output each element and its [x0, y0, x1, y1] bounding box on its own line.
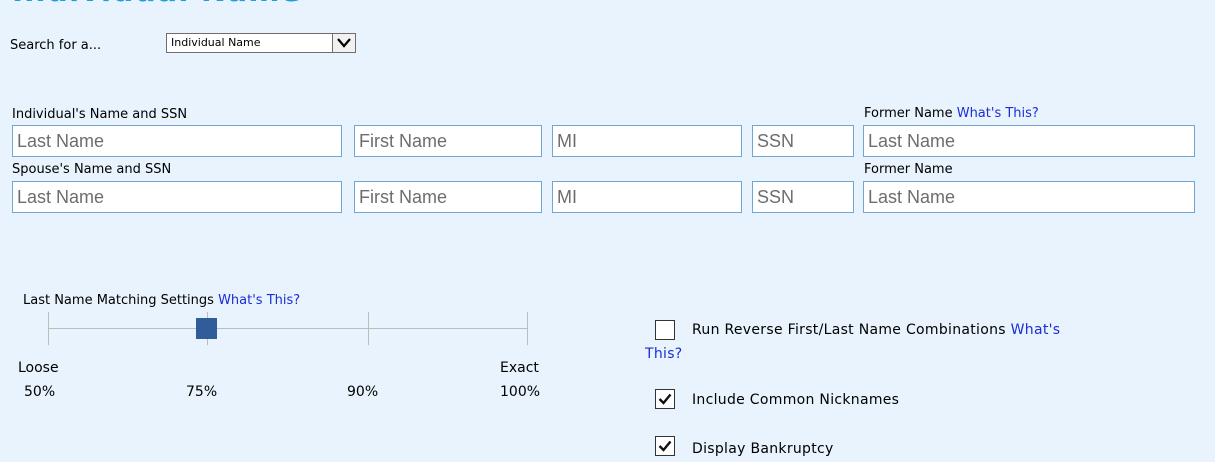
slider-handle[interactable]	[196, 318, 217, 339]
slider-tick-label: 90%	[347, 384, 379, 400]
reverse-whats-this-link-continued[interactable]: This?	[645, 346, 683, 362]
search-type-select[interactable]: Individual Name	[166, 33, 356, 53]
spouse-former-label: Former Name	[864, 162, 953, 177]
spouse-ssn-input[interactable]	[752, 181, 854, 213]
former-name-whats-this-link[interactable]: What's This?	[957, 106, 1039, 121]
former-name-label: Former Name	[864, 106, 953, 121]
matching-label-text: Last Name Matching Settings	[23, 293, 214, 308]
slider-tick-50	[48, 312, 49, 345]
matching-whats-this-link[interactable]: What's This?	[218, 293, 300, 308]
reverse-names-label: Run Reverse First/Last Name Combinations…	[692, 322, 1060, 338]
slider-tick-label: 50%	[24, 384, 56, 400]
search-type-value: Individual Name	[171, 36, 261, 49]
chevron-down-icon[interactable]	[332, 34, 355, 52]
slider-tick-label: 75%	[186, 384, 218, 400]
slider-tick-label: 100%	[500, 384, 541, 400]
page-title: Individual Name	[12, 0, 302, 9]
search-type-label: Search for a...	[10, 38, 102, 53]
nicknames-label: Include Common Nicknames	[692, 392, 900, 408]
checkmark-icon	[658, 393, 672, 405]
individual-ssn-input[interactable]	[752, 125, 854, 157]
slider-tick-90	[368, 312, 369, 345]
spouse-first-name-input[interactable]	[354, 181, 542, 213]
spouse-mi-input[interactable]	[552, 181, 742, 213]
spouse-section-label: Spouse's Name and SSN	[12, 162, 172, 177]
reverse-names-text: Run Reverse First/Last Name Combinations	[692, 322, 1011, 338]
slider-tick-100	[527, 312, 528, 345]
slider-track[interactable]	[48, 328, 528, 329]
slider-loose-label: Loose	[18, 360, 59, 376]
bankruptcy-label: Display Bankruptcy	[692, 441, 834, 457]
search-panel: Individual Name Search for a... Individu…	[0, 0, 1215, 462]
bankruptcy-checkbox[interactable]	[655, 436, 675, 456]
reverse-names-checkbox[interactable]	[655, 320, 675, 340]
spouse-former-name-input[interactable]	[863, 181, 1195, 213]
checkmark-icon	[658, 440, 672, 452]
individual-last-name-input[interactable]	[12, 125, 342, 157]
slider-exact-label: Exact	[500, 360, 539, 376]
matching-settings-label: Last Name Matching Settings What's This?	[23, 293, 300, 308]
reverse-whats-this-link[interactable]: What's	[1011, 322, 1061, 338]
individual-mi-input[interactable]	[552, 125, 742, 157]
individual-first-name-input[interactable]	[354, 125, 542, 157]
individual-former-name-input[interactable]	[863, 125, 1195, 157]
nicknames-checkbox[interactable]	[655, 389, 675, 409]
spouse-last-name-input[interactable]	[12, 181, 342, 213]
individual-section-label: Individual's Name and SSN	[12, 107, 188, 122]
individual-former-label: Former Name What's This?	[864, 106, 1039, 121]
